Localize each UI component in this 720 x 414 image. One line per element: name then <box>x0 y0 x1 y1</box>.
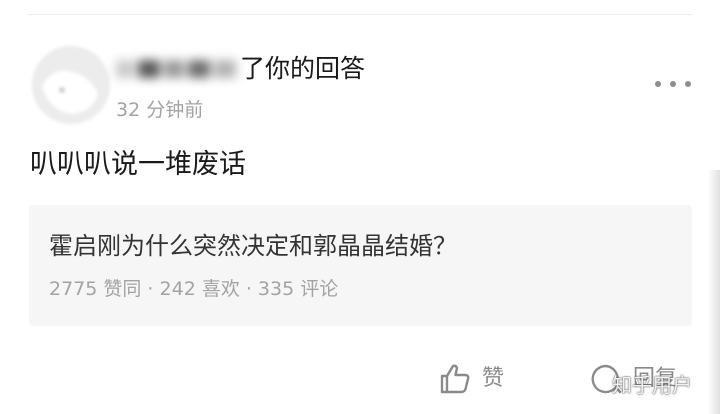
avatar-image <box>32 46 110 124</box>
question-card[interactable]: 霍启刚为什么突然决定和郭晶晶结婚？ 2775 赞同 · 242 喜欢 · 335… <box>29 205 692 326</box>
notification-time: 32 分钟前 <box>116 99 204 121</box>
avatar[interactable] <box>32 46 110 124</box>
like-label: 赞 <box>482 366 505 391</box>
reply-button[interactable]: 回复 <box>589 362 677 396</box>
reply-label: 回复 <box>633 366 678 391</box>
more-dots-icon[interactable] <box>655 78 691 90</box>
actor-name-redacted[interactable] <box>112 56 240 82</box>
question-stats: 2775 赞同 · 242 喜欢 · 335 评论 <box>49 278 339 300</box>
question-title[interactable]: 霍启刚为什么突然决定和郭晶晶结婚？ <box>49 229 457 263</box>
like-button[interactable]: 赞 <box>438 362 504 396</box>
notification-action-text: 了你的回答 <box>240 54 366 83</box>
reply-icon <box>591 364 622 394</box>
thumbs-up-icon <box>440 364 470 394</box>
notification-item: 了你的回答 32 分钟前 叭叭叭说一堆废话 霍启刚为什么突然决定和郭晶晶结婚？ … <box>0 0 720 414</box>
edge-shadow <box>708 170 720 414</box>
comment-text: 叭叭叭说一堆废话 <box>30 149 246 180</box>
